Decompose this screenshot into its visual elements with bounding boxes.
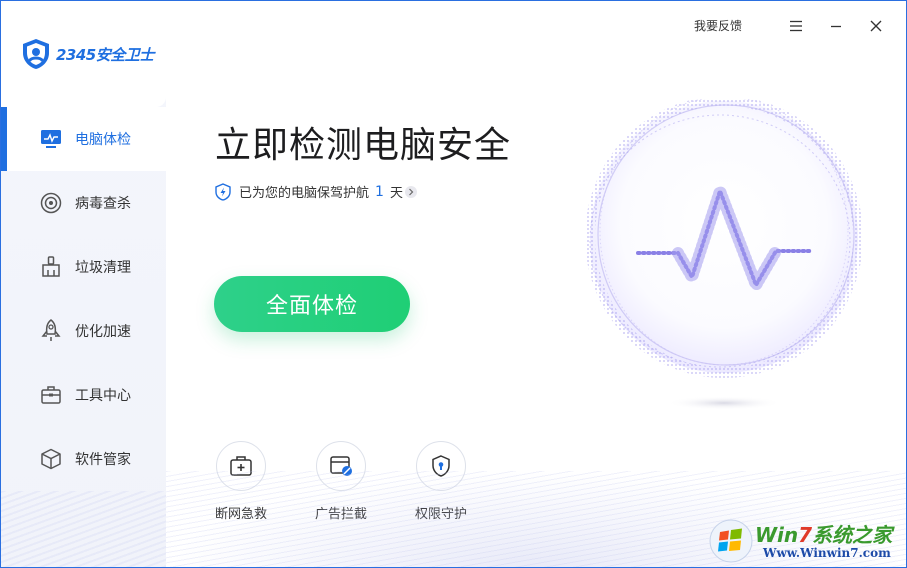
ad-block-icon [316,441,366,491]
sidebar-wave-decoration [1,491,166,567]
pulse-orb-graphic [586,99,863,409]
page-title: 立即检测电脑安全 [215,125,512,166]
watermark-title: Win7系统之家 [755,523,893,547]
brand-name: 2345安全卫士 [56,46,154,64]
close-icon[interactable] [868,18,884,34]
sidebar-item-label: 软件管家 [75,452,131,468]
tool-label: 断网急救 [214,507,267,522]
sidebar-item-label: 垃圾清理 [75,260,131,276]
windows-logo-icon [709,519,753,563]
sidebar-item-label: 电脑体检 [75,132,131,148]
minimize-icon[interactable] [828,18,844,34]
tool-ad-block[interactable]: 广告拦截 [306,441,376,522]
hamburger-icon[interactable] [788,18,804,34]
sidebar-item-label: 病毒查杀 [75,196,131,212]
tool-permission-guard[interactable]: 权限守护 [406,441,476,522]
sidebar-item-label: 优化加速 [75,324,131,340]
tool-label: 权限守护 [414,507,467,522]
sidebar-nav: 电脑体检 病毒查杀 垃圾清理 优化加速 工具中心 软件管家 [1,107,166,491]
sidebar-item-pc-checkup[interactable]: 电脑体检 [1,107,166,171]
sidebar-item-tool-center[interactable]: 工具中心 [1,363,166,427]
sidebar-item-junk-clean[interactable]: 垃圾清理 [1,235,166,299]
watermark-url: Www.Winwin7.com [763,546,891,560]
tool-label: 广告拦截 [314,507,367,522]
protect-prefix: 已为您的电脑保驾护航 [239,186,370,201]
target-icon [39,191,63,215]
broom-icon [39,255,63,279]
protect-days: 1 [375,183,384,200]
watermark: Win7系统之家 Www.Winwin7.com [709,517,905,565]
package-icon [39,447,63,471]
rocket-icon [39,319,63,343]
sidebar-item-label: 工具中心 [75,388,131,404]
sidebar: 2345安全卫士 电脑体检 病毒查杀 垃圾清理 优化加速 工具中心 软件管家 [1,1,166,567]
feedback-link[interactable]: 我要反馈 [694,17,742,34]
title-bar: 我要反馈 [694,17,884,34]
monitor-icon [39,127,63,151]
sidebar-item-optimize[interactable]: 优化加速 [1,299,166,363]
chevron-right-icon [404,185,417,198]
toolbox-icon [39,383,63,407]
first-aid-kit-icon [216,441,266,491]
sidebar-item-software-manager[interactable]: 软件管家 [1,427,166,491]
app-window: 2345安全卫士 电脑体检 病毒查杀 垃圾清理 优化加速 工具中心 软件管家 我… [0,0,907,568]
full-checkup-button[interactable]: 全面体检 [214,276,410,332]
sidebar-item-virus-scan[interactable]: 病毒查杀 [1,171,166,235]
tool-network-rescue[interactable]: 断网急救 [206,441,276,522]
shield-logo-icon [23,39,49,69]
shield-lock-icon [416,441,466,491]
protect-suffix: 天 [389,186,403,201]
shield-bolt-icon [215,182,231,201]
protection-status[interactable]: 已为您的电脑保驾护航 1 天 [215,182,417,201]
logo: 2345安全卫士 [1,1,166,107]
